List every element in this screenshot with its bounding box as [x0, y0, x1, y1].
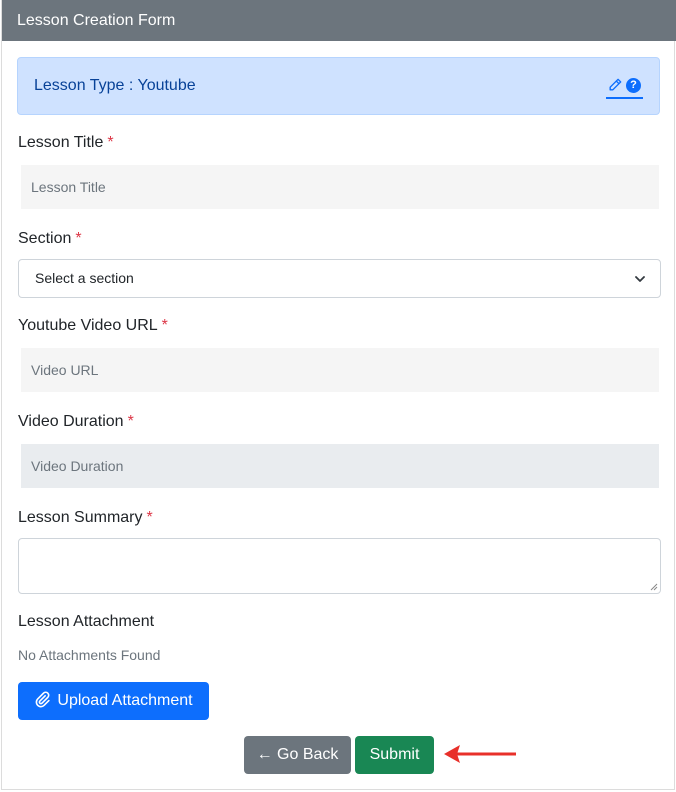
video-duration-input — [21, 444, 659, 488]
lesson-summary-label: Lesson Summary * — [18, 509, 153, 526]
video-url-label: Youtube Video URL * — [18, 317, 168, 334]
chevron-down-icon — [635, 276, 645, 282]
upload-attachment-button[interactable]: Upload Attachment — [18, 682, 209, 720]
card-title: Lesson Creation Form — [2, 0, 676, 41]
upload-attachment-label: Upload Attachment — [57, 692, 193, 709]
pencil-icon[interactable] — [608, 78, 622, 92]
video-duration-label: Video Duration * — [18, 413, 134, 430]
required-marker: * — [127, 413, 134, 430]
section-select-value: Select a section — [35, 270, 134, 286]
lesson-title-input[interactable] — [21, 165, 659, 209]
question-circle-icon[interactable]: ? — [626, 77, 641, 93]
lesson-type-alert: Lesson Type : Youtube ? — [17, 57, 660, 115]
submit-button[interactable]: Submit — [355, 736, 434, 774]
red-arrow-icon — [444, 745, 516, 763]
resize-handle-icon[interactable] — [650, 583, 658, 591]
required-marker: * — [161, 317, 168, 334]
required-marker: * — [75, 230, 82, 247]
section-select[interactable]: Select a section — [18, 259, 661, 298]
go-back-button[interactable]: ← Go Back — [244, 736, 351, 774]
paperclip-icon — [36, 691, 51, 708]
no-attachments-text: No Attachments Found — [18, 647, 161, 663]
lesson-type-actions[interactable]: ? — [606, 75, 643, 99]
lesson-attachment-label: Lesson Attachment — [18, 613, 155, 630]
lesson-form-card: Lesson Creation Form Lesson Type : Youtu… — [1, 0, 676, 790]
lesson-summary-textarea[interactable] — [18, 538, 661, 594]
video-url-input[interactable] — [21, 348, 659, 392]
required-marker: * — [107, 134, 114, 151]
required-marker: * — [146, 509, 153, 526]
lesson-title-label: Lesson Title * — [18, 134, 114, 151]
lesson-type-text: Lesson Type : Youtube — [34, 77, 196, 94]
section-label: Section * — [18, 230, 82, 247]
